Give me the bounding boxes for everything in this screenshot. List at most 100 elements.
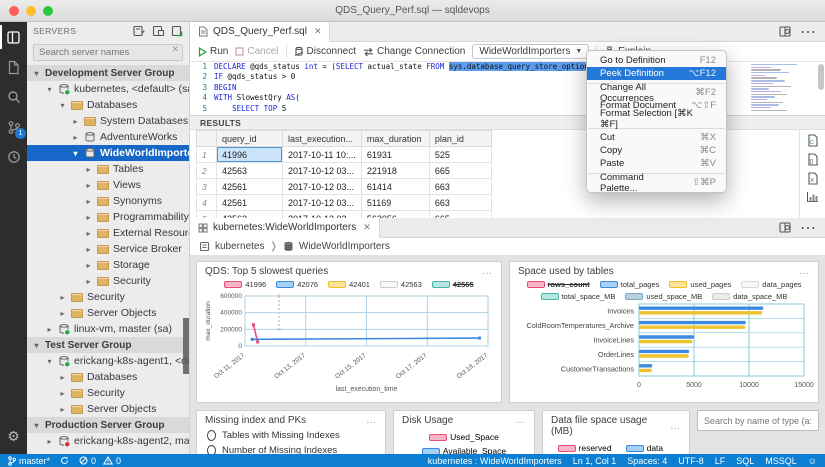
tree-item-service-broker[interactable]: ▸Service Broker xyxy=(27,241,189,257)
menu-item-copy[interactable]: Copy⌘C xyxy=(587,144,726,157)
run-button[interactable]: Run xyxy=(198,46,228,57)
status-provider[interactable]: MSSQL xyxy=(765,456,797,466)
tree-item-databases[interactable]: ▸Databases xyxy=(27,369,189,385)
menu-item-peek-definition[interactable]: Peek Definition⌥F12 xyxy=(587,67,726,80)
legend-item-available-space[interactable]: Available_Space xyxy=(422,446,506,454)
legend-item-total-pages[interactable]: total_pages xyxy=(600,280,660,289)
tree-item-storage[interactable]: ▸Storage xyxy=(27,257,189,273)
database-dropdown[interactable]: WideWorldImporters ▼ xyxy=(472,44,589,59)
tree-item-production-server-group[interactable]: ▾Production Server Group xyxy=(27,417,189,433)
tree-item-views[interactable]: ▸Views xyxy=(27,177,189,193)
minimap[interactable] xyxy=(751,64,815,112)
column-header-last-execution[interactable]: last_execution... xyxy=(283,131,362,147)
source-control-icon[interactable]: 1 xyxy=(0,115,27,139)
grid-cell[interactable]: 5 xyxy=(197,211,217,219)
tree-item-security[interactable]: ▸Security xyxy=(27,273,189,289)
card-menu-icon[interactable]: … xyxy=(482,266,493,277)
grid-cell[interactable]: 61931 xyxy=(361,147,429,163)
code-line[interactable]: 1DECLARE @qds_status int = (SELECT actua… xyxy=(190,62,825,72)
tree-item-tables[interactable]: ▸Tables xyxy=(27,161,189,177)
tree-item-erickang-k8s-agent2-master-sa[interactable]: ▸ erickang-k8s-agent2, master (sa) xyxy=(27,433,189,449)
new-connection-icon[interactable] xyxy=(133,25,145,37)
grid-cell[interactable]: 1 xyxy=(197,147,217,163)
settings-gear-icon[interactable]: ⚙ xyxy=(0,424,27,448)
legend-item-rows-count[interactable]: rows_count xyxy=(527,280,590,289)
grid-cell[interactable]: 663 xyxy=(429,195,491,211)
git-branch-item[interactable]: master* xyxy=(8,456,50,466)
tree-item-security[interactable]: ▸Security xyxy=(27,289,189,305)
legend-item-data-pages[interactable]: data_pages xyxy=(741,280,801,289)
tree-item-adventureworks[interactable]: ▸ AdventureWorks xyxy=(27,129,189,145)
breadcrumb-database[interactable]: WideWorldImporters xyxy=(299,241,390,252)
grid-cell[interactable]: 2017-10-12 03... xyxy=(283,179,362,195)
tree-item-server-objects[interactable]: ▸Server Objects xyxy=(27,401,189,417)
breadcrumb-server[interactable]: kubernetes xyxy=(215,241,264,252)
legend-item-reserved[interactable]: reserved xyxy=(558,443,612,453)
grid-cell[interactable]: 42561 xyxy=(217,179,283,195)
legend-item-used-pages[interactable]: used_pages xyxy=(669,280,731,289)
search-icon[interactable] xyxy=(0,85,27,109)
more-actions-icon[interactable]: ⋯ xyxy=(800,218,816,238)
grid-cell[interactable]: 665 xyxy=(429,163,491,179)
change-connection-button[interactable]: Change Connection xyxy=(363,46,465,57)
legend-item-42401[interactable]: 42401 xyxy=(328,280,370,289)
server-search-input[interactable] xyxy=(33,44,183,61)
menu-item-command-palette[interactable]: Command Palette...⇧⌘P xyxy=(587,176,726,189)
column-header-query-id[interactable]: query_id xyxy=(217,131,283,147)
grid-cell[interactable]: 2 xyxy=(197,163,217,179)
grid-cell[interactable]: 61414 xyxy=(361,179,429,195)
code-editor[interactable]: 1DECLARE @qds_status int = (SELECT actua… xyxy=(190,62,825,115)
column-header-max-duration[interactable]: max_duration xyxy=(361,131,429,147)
save-csv-icon[interactable]: C xyxy=(807,134,819,147)
legend-item-data[interactable]: data xyxy=(626,443,675,453)
menu-item-go-to-definition[interactable]: Go to DefinitionF12 xyxy=(587,54,726,67)
code-line[interactable]: 5 SELECT TOP 5 xyxy=(190,104,825,114)
save-json-icon[interactable]: {} xyxy=(807,153,819,166)
grid-cell[interactable]: 41996 xyxy=(217,147,283,163)
tree-item-system-databases[interactable]: ▸System Databases xyxy=(27,113,189,129)
menu-item-cut[interactable]: Cut⌘X xyxy=(587,131,726,144)
tree-item-security[interactable]: ▸Security xyxy=(27,385,189,401)
column-header-rownum[interactable] xyxy=(197,131,217,147)
legend-item-42565[interactable]: 42565 xyxy=(432,280,474,289)
card-menu-icon[interactable]: … xyxy=(670,421,681,432)
status-language[interactable]: SQL xyxy=(736,456,754,466)
object-search-input[interactable] xyxy=(697,410,819,431)
legend-item-total-space-mb[interactable]: total_space_MB xyxy=(541,292,616,301)
sidebar-scrollbar[interactable] xyxy=(183,318,189,374)
status-connection[interactable]: kubernetes : WideWorldImporters xyxy=(428,456,562,466)
column-header-plan-id[interactable]: plan_id xyxy=(429,131,491,147)
code-line[interactable]: 2IF @qds_status > 0 xyxy=(190,72,825,82)
grid-cell[interactable]: 2017-10-12 03... xyxy=(283,195,362,211)
menu-item-change-all-occurrences[interactable]: Change All Occurrences⌘F2 xyxy=(587,86,726,99)
legend-item-42076[interactable]: 42076 xyxy=(276,280,318,289)
close-tab-icon[interactable]: ✕ xyxy=(314,26,322,37)
grid-cell[interactable]: 51169 xyxy=(361,195,429,211)
disconnect-button[interactable]: Disconnect xyxy=(294,46,356,57)
grid-cell[interactable]: 665 xyxy=(429,211,491,219)
tree-item-server-objects[interactable]: ▸Server Objects xyxy=(27,305,189,321)
tab-qds-query-perf[interactable]: QDS_Query_Perf.sql ✕ xyxy=(190,22,330,42)
feedback-smiley-icon[interactable]: ☺ xyxy=(808,456,817,466)
legend-item-41996[interactable]: 41996 xyxy=(224,280,266,289)
tree-item-external-resources[interactable]: ▸External Resources xyxy=(27,225,189,241)
code-line[interactable]: 4WITH SlowestQry AS( xyxy=(190,93,825,103)
sync-item[interactable] xyxy=(60,456,69,465)
tree-item-wideworldimporters[interactable]: ▾ WideWorldImporters xyxy=(27,145,189,161)
grid-cell[interactable]: 42563 xyxy=(217,211,283,219)
tree-item-development-server-group[interactable]: ▾Development Server Group xyxy=(27,65,189,81)
grid-cell[interactable]: 4 xyxy=(197,195,217,211)
status-cursor-position[interactable]: Ln 1, Col 1 xyxy=(573,456,617,466)
connections-icon[interactable] xyxy=(0,25,27,49)
grid-cell[interactable]: 221918 xyxy=(361,163,429,179)
tree-item-test-server-group[interactable]: ▾Test Server Group xyxy=(27,337,189,353)
status-eol[interactable]: LF xyxy=(715,456,726,466)
grid-cell[interactable]: 663 xyxy=(429,179,491,195)
tree-item-programmability[interactable]: ▸Programmability xyxy=(27,209,189,225)
tab-dashboard[interactable]: kubernetes:WideWorldImporters ✕ xyxy=(190,218,380,238)
grid-cell[interactable]: 42563 xyxy=(217,163,283,179)
grid-cell[interactable]: 2017-10-12 03... xyxy=(283,163,362,179)
card-menu-icon[interactable]: … xyxy=(515,415,526,426)
grid-cell[interactable]: 2017-10-11 10:... xyxy=(283,147,362,163)
legend-item-42563[interactable]: 42563 xyxy=(380,280,422,289)
